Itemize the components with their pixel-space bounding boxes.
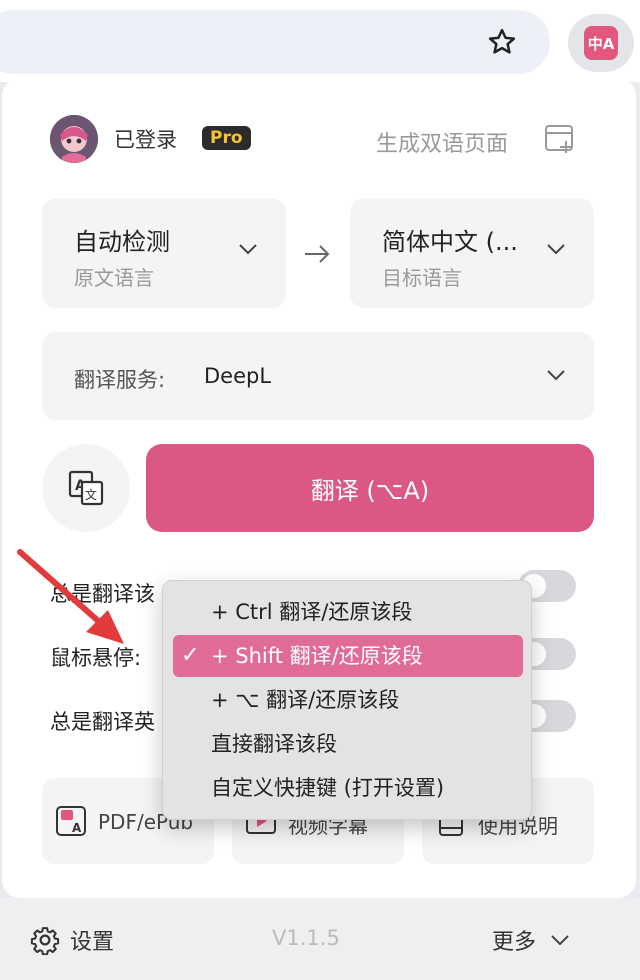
menu-item-label: 自定义快捷键 (打开设置) [211,776,445,800]
translation-service-label: 翻译服务: [74,368,166,392]
menu-item-label: + Ctrl 翻译/还原该段 [211,600,413,624]
hover-shortcut-menu: + Ctrl 翻译/还原该段 ✓ + Shift 翻译/还原该段 + ⌥ 翻译/还… [162,580,532,820]
svg-text:A: A [72,821,82,835]
chevron-down-icon [239,244,257,255]
always-translate-english-label: 总是翻译英 [50,710,155,734]
more-button[interactable]: 更多 [492,924,570,956]
more-label: 更多 [492,930,537,955]
translate-button[interactable]: 翻译 (⌥A) [146,444,594,532]
new-page-icon[interactable] [544,124,576,154]
menu-item-ctrl[interactable]: + Ctrl 翻译/还原该段 [173,591,523,633]
menu-item-label: + ⌥ 翻译/还原该段 [211,688,400,712]
settings-label: 设置 [70,930,115,955]
translation-service-value: DeepL [204,364,272,388]
translate-extension-icon: 中A [584,26,618,60]
extension-button[interactable]: 中A [568,14,634,72]
source-language-select[interactable]: 自动检测 原文语言 [42,198,286,308]
bookmark-star-icon[interactable] [480,22,524,62]
translate-mode-button[interactable]: A 文 [42,444,130,532]
address-bar[interactable] [0,10,550,74]
gear-icon [30,927,60,955]
avatar[interactable] [50,115,98,163]
mouse-hover-label: 鼠标悬停: [50,646,142,670]
target-language-label: 目标语言 [382,266,462,290]
chevron-down-icon [547,244,565,255]
translate-icon: A 文 [68,470,104,506]
pdf-translate-icon: A [56,806,86,836]
target-language-select[interactable]: 简体中文 (... 目标语言 [350,198,594,308]
settings-button[interactable]: 设置 [30,924,114,956]
menu-item-label: 直接翻译该段 [211,732,337,756]
menu-item-option[interactable]: + ⌥ 翻译/还原该段 [173,679,523,721]
svg-text:文: 文 [85,487,97,502]
version-label: V1.1.5 [272,926,340,950]
menu-item-shift[interactable]: ✓ + Shift 翻译/还原该段 [173,635,523,677]
chevron-down-icon [551,935,569,946]
generate-bilingual-page-link[interactable]: 生成双语页面 [376,126,508,158]
source-language-label: 原文语言 [74,266,154,290]
checkmark-icon: ✓ [181,643,200,668]
always-translate-site-label: 总是翻译该 [50,582,155,606]
target-language-value: 简体中文 (... [382,228,518,256]
translation-service-select[interactable]: 翻译服务: DeepL [42,332,594,420]
source-language-value: 自动检测 [74,228,170,256]
chevron-down-icon [547,370,565,381]
menu-item-direct[interactable]: 直接翻译该段 [173,723,523,765]
arrow-right-icon [305,245,330,263]
menu-item-label: + Shift 翻译/还原该段 [211,644,423,668]
pro-badge: Pro [202,126,251,150]
browser-toolbar: 中A [0,0,640,82]
menu-item-custom-shortcut[interactable]: 自定义快捷键 (打开设置) [173,767,523,809]
login-status: 已登录 [114,128,177,152]
